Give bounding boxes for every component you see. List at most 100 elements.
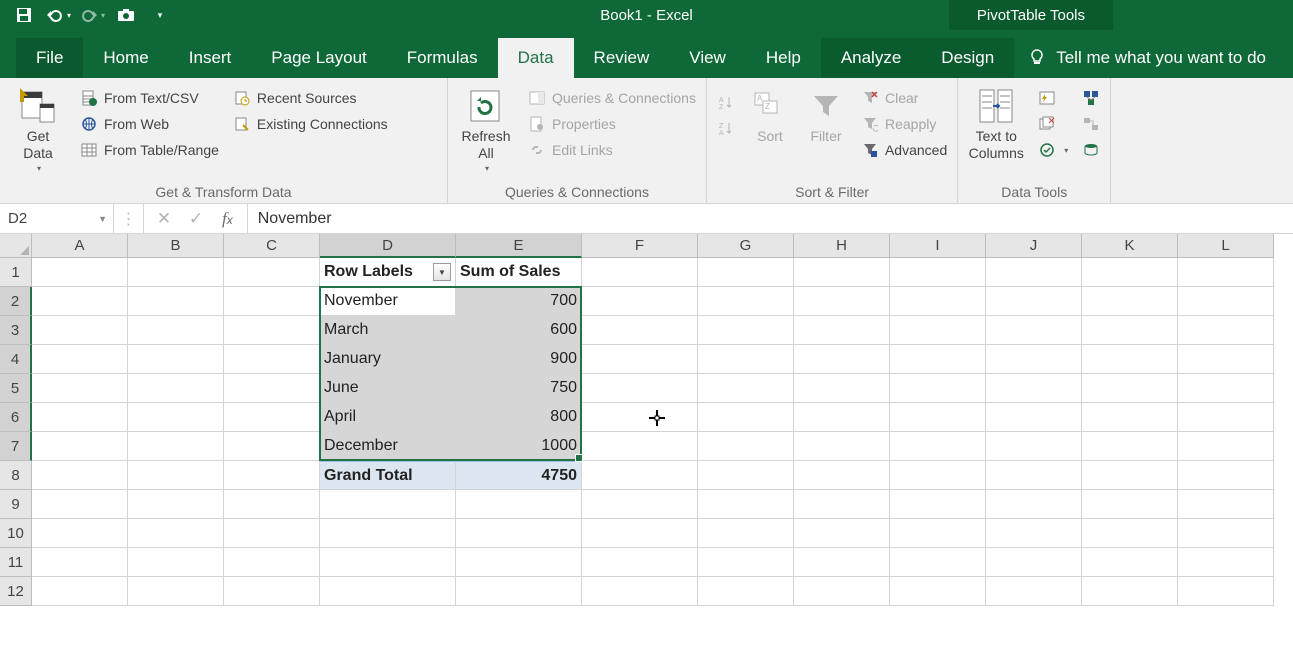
col-header-C[interactable]: C: [224, 234, 320, 258]
cell-E2[interactable]: 700: [456, 287, 582, 316]
cell-D10[interactable]: [320, 519, 456, 548]
cell-L6[interactable]: [1178, 403, 1274, 432]
row-header-11[interactable]: 11: [0, 548, 32, 577]
cell-L9[interactable]: [1178, 490, 1274, 519]
cell-I12[interactable]: [890, 577, 986, 606]
cell-A4[interactable]: [32, 345, 128, 374]
cell-F11[interactable]: [582, 548, 698, 577]
cell-F3[interactable]: [582, 316, 698, 345]
fx-icon[interactable]: fx: [214, 209, 241, 229]
cell-L1[interactable]: [1178, 258, 1274, 287]
col-header-B[interactable]: B: [128, 234, 224, 258]
cell-J2[interactable]: [986, 287, 1082, 316]
cell-C11[interactable]: [224, 548, 320, 577]
row-header-7[interactable]: 7: [0, 432, 32, 461]
cell-E4[interactable]: 900: [456, 345, 582, 374]
cell-F8[interactable]: [582, 461, 698, 490]
cell-H12[interactable]: [794, 577, 890, 606]
cell-B5[interactable]: [128, 374, 224, 403]
cell-I3[interactable]: [890, 316, 986, 345]
cell-K4[interactable]: [1082, 345, 1178, 374]
select-all-corner[interactable]: [0, 234, 32, 258]
cell-A6[interactable]: [32, 403, 128, 432]
cell-D11[interactable]: [320, 548, 456, 577]
cell-G2[interactable]: [698, 287, 794, 316]
cell-G4[interactable]: [698, 345, 794, 374]
cell-F4[interactable]: [582, 345, 698, 374]
formula-input[interactable]: [248, 204, 1293, 233]
cell-H2[interactable]: [794, 287, 890, 316]
cell-B10[interactable]: [128, 519, 224, 548]
text-to-columns-button[interactable]: Text to Columns: [964, 82, 1028, 182]
col-header-D[interactable]: D: [320, 234, 456, 258]
cell-K6[interactable]: [1082, 403, 1178, 432]
cell-C1[interactable]: [224, 258, 320, 287]
cell-C2[interactable]: [224, 287, 320, 316]
cell-L3[interactable]: [1178, 316, 1274, 345]
cell-F10[interactable]: [582, 519, 698, 548]
row-header-8[interactable]: 8: [0, 461, 32, 490]
from-web-button[interactable]: From Web: [76, 112, 223, 136]
cell-A3[interactable]: [32, 316, 128, 345]
redo-button[interactable]: ▾: [76, 0, 108, 30]
cell-H5[interactable]: [794, 374, 890, 403]
tab-file[interactable]: File: [16, 38, 83, 78]
cell-I9[interactable]: [890, 490, 986, 519]
cell-J4[interactable]: [986, 345, 1082, 374]
tab-home[interactable]: Home: [83, 38, 168, 78]
col-header-A[interactable]: A: [32, 234, 128, 258]
cell-C5[interactable]: [224, 374, 320, 403]
cell-J10[interactable]: [986, 519, 1082, 548]
cell-A5[interactable]: [32, 374, 128, 403]
cell-B1[interactable]: [128, 258, 224, 287]
cell-B4[interactable]: [128, 345, 224, 374]
row-header-12[interactable]: 12: [0, 577, 32, 606]
from-table-range-button[interactable]: From Table/Range: [76, 138, 223, 162]
col-header-G[interactable]: G: [698, 234, 794, 258]
col-header-L[interactable]: L: [1178, 234, 1274, 258]
cell-G3[interactable]: [698, 316, 794, 345]
camera-button[interactable]: [110, 0, 142, 30]
recent-sources-button[interactable]: Recent Sources: [229, 86, 392, 110]
cell-I11[interactable]: [890, 548, 986, 577]
cell-A2[interactable]: [32, 287, 128, 316]
cell-I4[interactable]: [890, 345, 986, 374]
cell-B2[interactable]: [128, 287, 224, 316]
cell-H9[interactable]: [794, 490, 890, 519]
cell-G9[interactable]: [698, 490, 794, 519]
cell-C4[interactable]: [224, 345, 320, 374]
cell-G8[interactable]: [698, 461, 794, 490]
cell-F6[interactable]: [582, 403, 698, 432]
cell-A9[interactable]: [32, 490, 128, 519]
cell-D6[interactable]: April: [320, 403, 456, 432]
cell-F12[interactable]: [582, 577, 698, 606]
cell-A1[interactable]: [32, 258, 128, 287]
cell-E8[interactable]: 4750: [456, 461, 582, 490]
cell-D9[interactable]: [320, 490, 456, 519]
cells-area[interactable]: Row Labels▼Sum of SalesNovember700March6…: [32, 258, 1274, 606]
tab-page-layout[interactable]: Page Layout: [251, 38, 386, 78]
row-header-10[interactable]: 10: [0, 519, 32, 548]
cell-A12[interactable]: [32, 577, 128, 606]
cell-D3[interactable]: March: [320, 316, 456, 345]
cell-G10[interactable]: [698, 519, 794, 548]
cell-I7[interactable]: [890, 432, 986, 461]
col-header-I[interactable]: I: [890, 234, 986, 258]
cell-L8[interactable]: [1178, 461, 1274, 490]
cell-B12[interactable]: [128, 577, 224, 606]
cell-L4[interactable]: [1178, 345, 1274, 374]
cell-J12[interactable]: [986, 577, 1082, 606]
enter-formula-button[interactable]: ✓: [182, 204, 210, 234]
tab-formulas[interactable]: Formulas: [387, 38, 498, 78]
remove-duplicates-button[interactable]: [1034, 112, 1072, 136]
consolidate-button[interactable]: [1078, 86, 1104, 110]
queries-connections-button[interactable]: Queries & Connections: [524, 86, 700, 110]
cell-B8[interactable]: [128, 461, 224, 490]
save-button[interactable]: [8, 0, 40, 30]
cell-F2[interactable]: [582, 287, 698, 316]
tab-review[interactable]: Review: [574, 38, 670, 78]
tab-data[interactable]: Data: [498, 38, 574, 78]
cell-K11[interactable]: [1082, 548, 1178, 577]
cell-E3[interactable]: 600: [456, 316, 582, 345]
manage-data-model-button[interactable]: [1078, 138, 1104, 162]
